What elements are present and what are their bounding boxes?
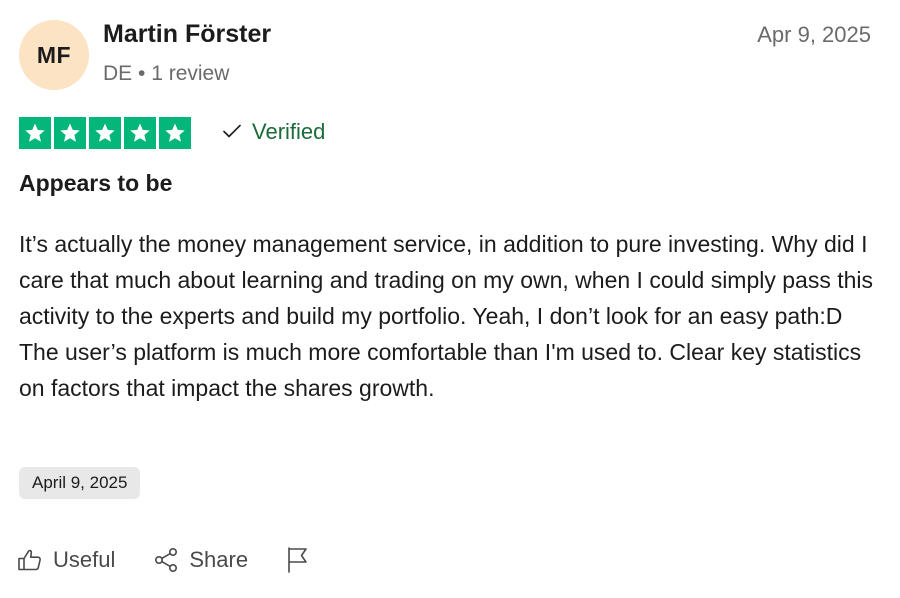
review-body: It’s actually the money management servi… bbox=[19, 231, 874, 401]
experience-date-badge: April 9, 2025 bbox=[19, 467, 141, 499]
experience-date: April 9, 2025 bbox=[32, 473, 128, 492]
star-icon bbox=[124, 117, 156, 149]
avatar-initials: MF bbox=[36, 41, 72, 68]
checkmark-icon bbox=[222, 119, 242, 145]
review-card: MF Martin Förster DE • 1 review Apr 9, 2… bbox=[0, 0, 900, 598]
flag-icon bbox=[286, 546, 310, 574]
star-rating bbox=[19, 117, 191, 149]
star-icon bbox=[54, 117, 86, 149]
verified-label: Verified bbox=[252, 119, 326, 144]
reviewer-meta: DE • 1 review bbox=[103, 62, 230, 85]
share-button[interactable]: Share bbox=[153, 547, 248, 573]
star-icon bbox=[159, 117, 191, 149]
star-icon bbox=[19, 117, 51, 149]
star-icon bbox=[89, 117, 121, 149]
share-icon bbox=[153, 547, 179, 573]
useful-button[interactable]: Useful bbox=[17, 547, 115, 573]
verified-badge[interactable]: Verified bbox=[222, 119, 325, 145]
review-date: Apr 9, 2025 bbox=[757, 22, 871, 47]
useful-label: Useful bbox=[53, 547, 116, 572]
report-button[interactable] bbox=[286, 546, 310, 574]
review-title: Appears to be bbox=[19, 170, 173, 196]
thumbs-up-icon bbox=[17, 548, 43, 572]
review-actions: Useful Share bbox=[17, 546, 310, 574]
reviewer-name[interactable]: Martin Förster bbox=[103, 20, 271, 49]
avatar[interactable]: MF bbox=[19, 20, 89, 90]
share-label: Share bbox=[189, 547, 249, 572]
